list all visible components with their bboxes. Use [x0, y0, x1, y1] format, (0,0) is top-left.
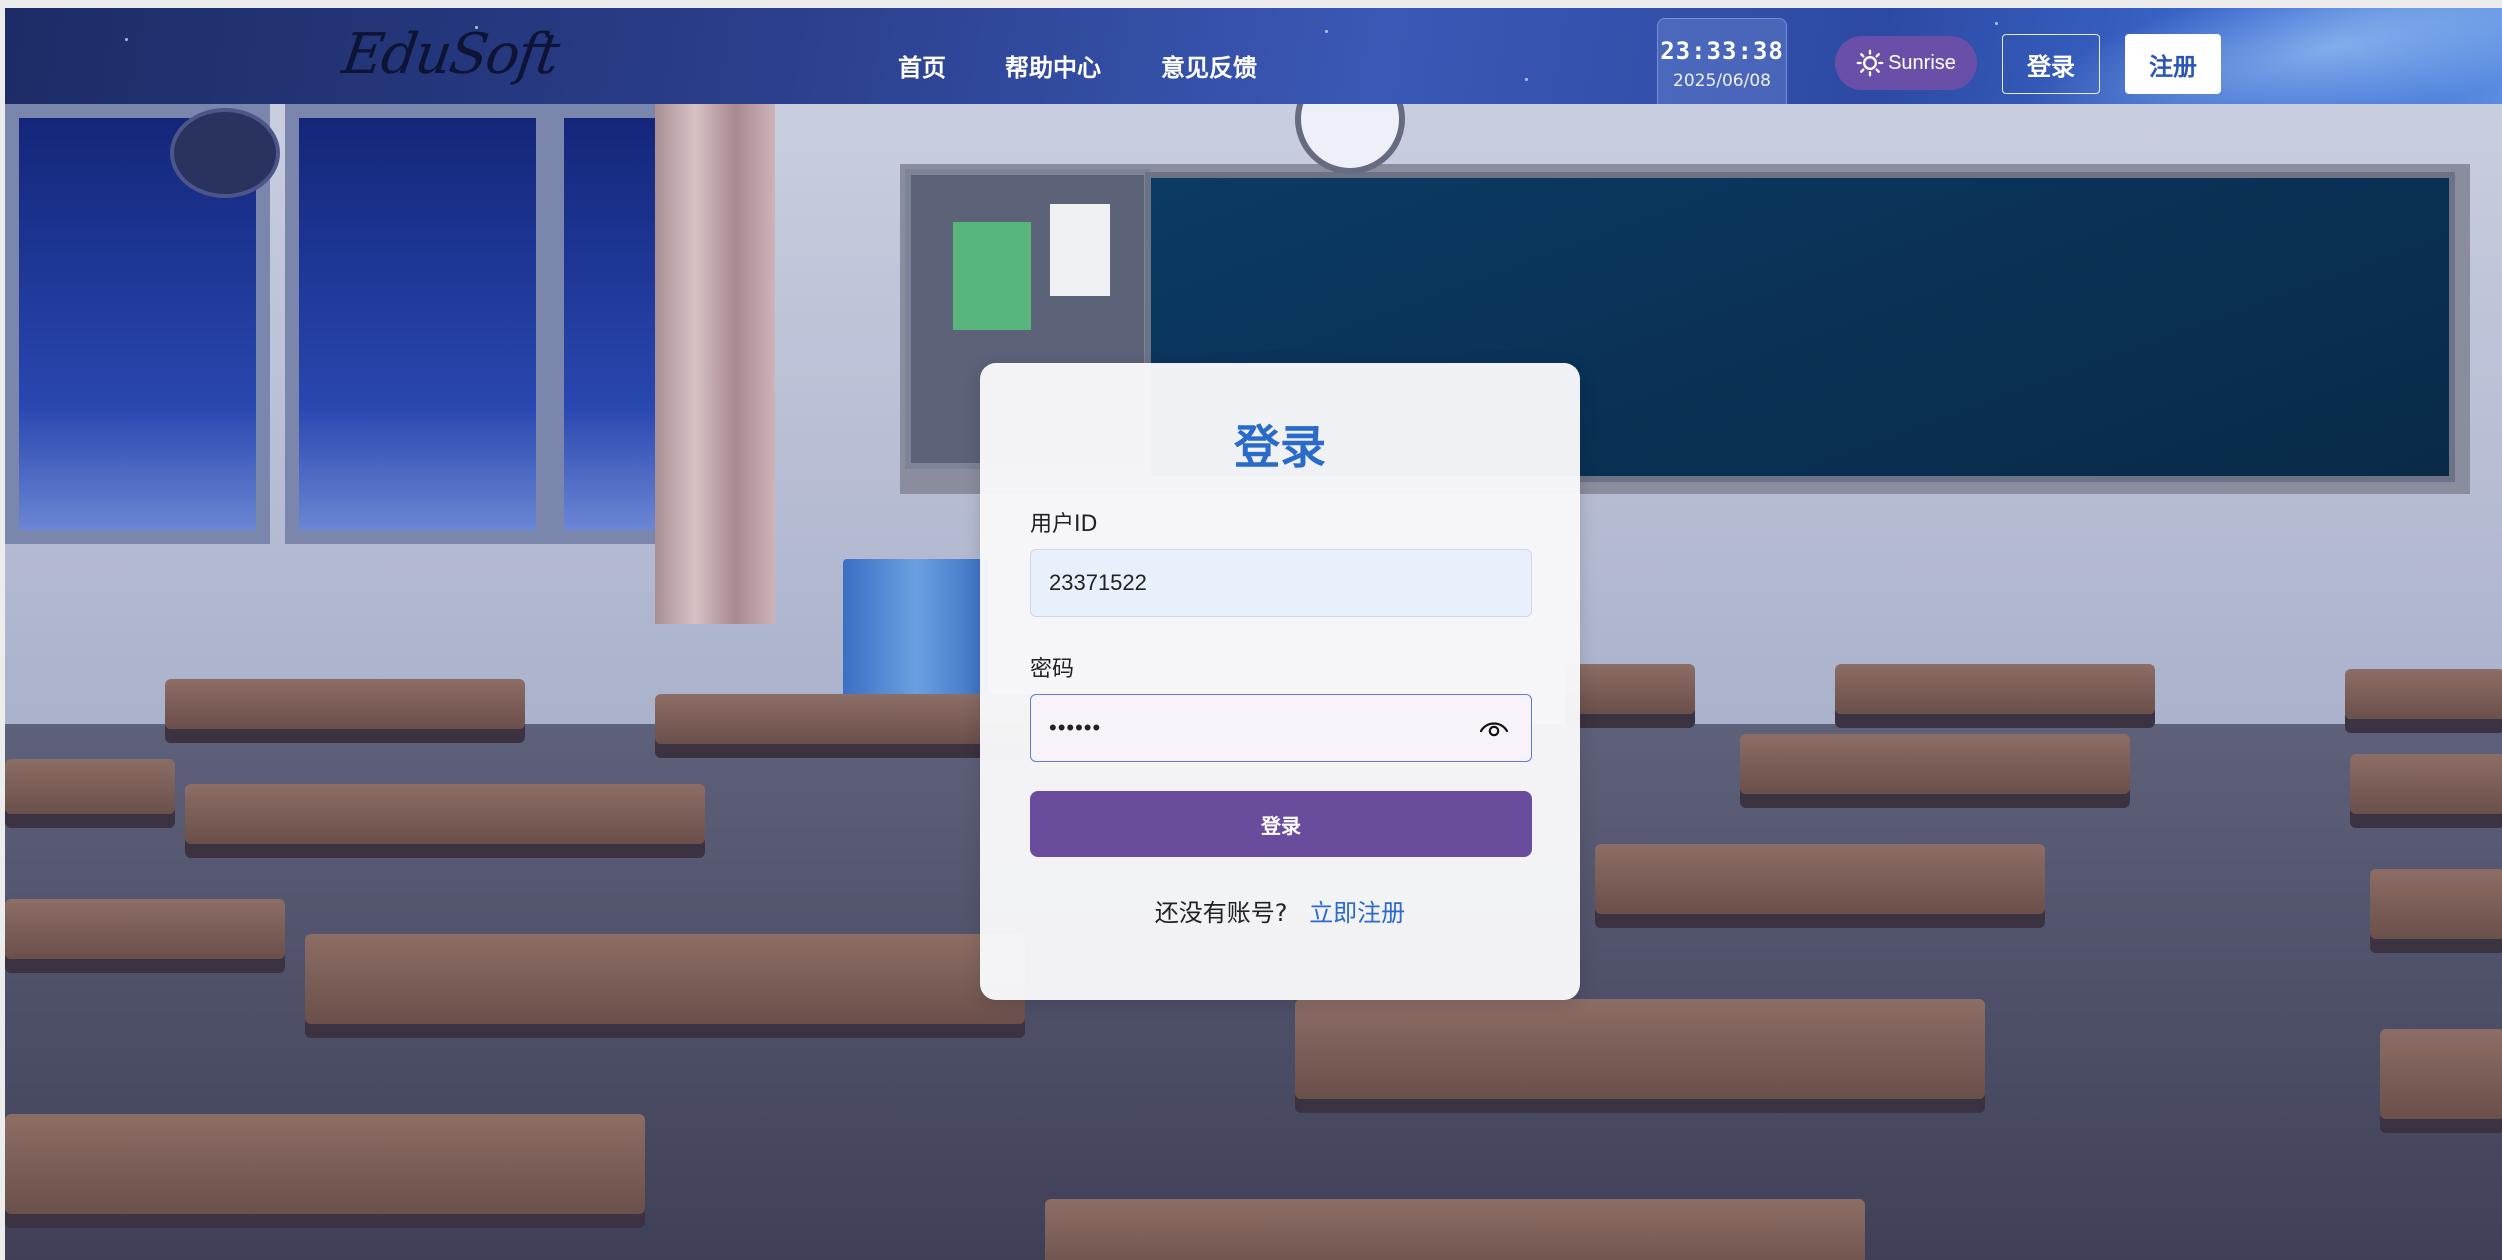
- desk: [165, 679, 525, 729]
- register-now-link[interactable]: 立即注册: [1309, 899, 1405, 927]
- no-account-text: 还没有账号?: [1154, 899, 1288, 927]
- clock-widget: 23:33:38 2025/06/08: [1657, 18, 1787, 104]
- desk: [5, 899, 285, 959]
- desk: [1835, 664, 2155, 714]
- nav-feedback-link[interactable]: 意见反馈: [1161, 48, 1257, 83]
- desk: [655, 694, 1035, 744]
- desk: [2380, 1029, 2502, 1119]
- show-password-icon[interactable]: [1479, 715, 1509, 743]
- star: [1325, 30, 1328, 33]
- user-id-value: 23371522: [1049, 570, 1147, 595]
- logo[interactable]: EduSoft: [338, 22, 561, 87]
- user-id-input[interactable]: 23371522: [1030, 549, 1532, 617]
- desk: [2350, 754, 2502, 814]
- desk: [1295, 999, 1985, 1099]
- login-submit-button[interactable]: 登录: [1030, 791, 1532, 857]
- desk: [5, 1114, 645, 1214]
- clock-time: 23:33:38: [1660, 37, 1784, 65]
- star: [1525, 78, 1528, 81]
- login-card: 登录 用户ID 23371522 密码 •••••• 登录 还没有账号? 立即注…: [980, 363, 1580, 1000]
- desk: [1595, 844, 2045, 914]
- login-title: 登录: [1234, 420, 1326, 474]
- password-input[interactable]: ••••••: [1030, 694, 1532, 762]
- desk: [1565, 664, 1695, 714]
- desk: [185, 784, 705, 844]
- top-navbar: EduSoft 首页 帮助中心 意见反馈 23:33:38 2025/06/08…: [5, 8, 2502, 104]
- desk: [1740, 734, 2130, 794]
- desk: [2370, 869, 2502, 939]
- window: [285, 104, 550, 544]
- curtain: [655, 104, 775, 624]
- password-label: 密码: [1030, 657, 1075, 682]
- nav-register-button[interactable]: 注册: [2125, 34, 2221, 94]
- clock-date: 2025/06/08: [1673, 71, 1771, 91]
- wall-clock: [170, 108, 280, 198]
- user-id-label: 用户ID: [1030, 512, 1098, 537]
- star: [125, 38, 128, 41]
- window: [550, 104, 670, 544]
- nav-login-button[interactable]: 登录: [2002, 34, 2100, 94]
- nav-home-link[interactable]: 首页: [898, 48, 946, 83]
- desk: [1045, 1199, 1865, 1260]
- star: [1995, 22, 1998, 25]
- desk: [2345, 669, 2502, 719]
- register-prompt: 还没有账号? 立即注册: [980, 893, 1580, 928]
- sun-icon: [1856, 49, 1884, 77]
- poster: [1050, 204, 1110, 296]
- poster: [953, 222, 1031, 330]
- theme-toggle-button[interactable]: Sunrise: [1835, 36, 1977, 90]
- nav-help-center-link[interactable]: 帮助中心: [1005, 48, 1101, 83]
- theme-label: Sunrise: [1888, 51, 1956, 74]
- page: EduSoft 首页 帮助中心 意见反馈 23:33:38 2025/06/08…: [0, 0, 2502, 1260]
- desk: [5, 759, 175, 814]
- password-value: ••••••: [1049, 715, 1102, 740]
- desk: [305, 934, 1025, 1024]
